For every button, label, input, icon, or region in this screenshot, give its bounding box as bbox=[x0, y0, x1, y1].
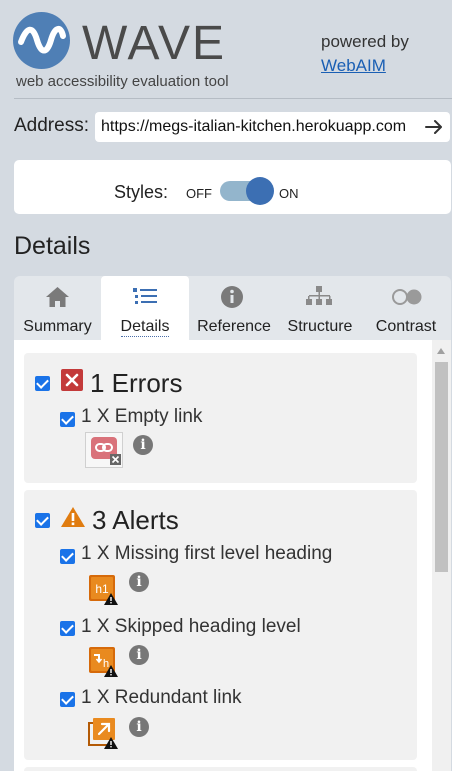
app-title: WAVE bbox=[82, 17, 227, 70]
header-divider bbox=[14, 98, 452, 99]
errors-title: 1 Errors bbox=[90, 368, 183, 398]
missing-h1-checkbox[interactable] bbox=[60, 549, 75, 564]
tab-contrast[interactable]: Contrast bbox=[361, 276, 451, 340]
redundant-link-checkbox[interactable] bbox=[60, 692, 75, 707]
tab-label: Summary bbox=[23, 318, 92, 335]
empty-link-info-icon[interactable]: i bbox=[133, 435, 153, 455]
tab-label: Details bbox=[120, 318, 170, 337]
alerts-title: 3 Alerts bbox=[92, 505, 179, 535]
skipped-heading-icon[interactable]: h bbox=[88, 646, 120, 683]
webaim-link[interactable]: WebAIM bbox=[321, 56, 386, 76]
tab-summary[interactable]: Summary bbox=[14, 276, 101, 340]
alerts-category: 3 Alerts 1 X Missing first level heading… bbox=[24, 490, 417, 760]
styles-off-label: OFF bbox=[186, 186, 212, 201]
go-arrow-icon[interactable] bbox=[422, 114, 446, 140]
tab-label: Structure bbox=[287, 318, 353, 335]
scroll-up-icon[interactable] bbox=[437, 348, 445, 354]
skipped-heading-label: 1 X Skipped heading level bbox=[81, 616, 301, 637]
tab-structure[interactable]: Structure bbox=[279, 276, 361, 340]
missing-h1-icon[interactable]: h1 bbox=[88, 574, 120, 611]
missing-h1-info-icon[interactable]: i bbox=[129, 572, 149, 592]
missing-h1-icon-text: h1 bbox=[95, 582, 109, 596]
panel-scrollbar[interactable] bbox=[432, 340, 451, 771]
section-title: Details bbox=[14, 232, 91, 260]
tab-label: Contrast bbox=[375, 318, 437, 335]
contrast-icon bbox=[361, 285, 451, 309]
skipped-heading-checkbox[interactable] bbox=[60, 621, 75, 636]
empty-link-checkbox[interactable] bbox=[60, 412, 75, 427]
styles-label: Styles: bbox=[114, 182, 169, 202]
info-icon bbox=[189, 285, 279, 309]
details-panel: 1 Errors 1 X Empty link i 3 Alerts 1 X M… bbox=[14, 340, 451, 771]
tab-reference[interactable]: Reference bbox=[189, 276, 279, 340]
powered-by-text: powered by bbox=[321, 32, 409, 51]
address-label: Address: bbox=[14, 115, 89, 136]
next-category bbox=[24, 767, 417, 771]
tab-bar: Summary Details Reference Structure Cont… bbox=[14, 276, 451, 340]
wave-logo bbox=[13, 12, 70, 69]
hierarchy-icon bbox=[279, 285, 361, 309]
skipped-heading-info-icon[interactable]: i bbox=[129, 645, 149, 665]
redundant-link-icon[interactable] bbox=[88, 716, 120, 755]
styles-panel: Styles: OFF ON bbox=[14, 160, 451, 214]
styles-on-label: ON bbox=[279, 186, 299, 201]
tab-label: Reference bbox=[197, 318, 271, 335]
missing-h1-label: 1 X Missing first level heading bbox=[81, 543, 333, 564]
redundant-link-label: 1 X Redundant link bbox=[81, 687, 242, 708]
skipped-heading-icon-text: h bbox=[103, 658, 109, 670]
address-input[interactable] bbox=[95, 112, 450, 142]
empty-link-icon[interactable] bbox=[85, 432, 123, 473]
empty-link-label: 1 X Empty link bbox=[81, 406, 203, 427]
app-tagline: web accessibility evaluation tool bbox=[16, 73, 229, 90]
list-icon bbox=[101, 285, 189, 309]
alert-triangle-icon bbox=[60, 506, 86, 533]
redundant-link-info-icon[interactable]: i bbox=[129, 717, 149, 737]
home-icon bbox=[14, 285, 101, 309]
alerts-checkbox[interactable] bbox=[35, 513, 50, 528]
tab-details[interactable]: Details bbox=[101, 276, 189, 340]
errors-category: 1 Errors 1 X Empty link i bbox=[24, 353, 417, 483]
styles-toggle-knob[interactable] bbox=[246, 177, 274, 205]
scroll-thumb[interactable] bbox=[435, 362, 448, 572]
errors-checkbox[interactable] bbox=[35, 376, 50, 391]
error-x-icon bbox=[61, 369, 83, 396]
